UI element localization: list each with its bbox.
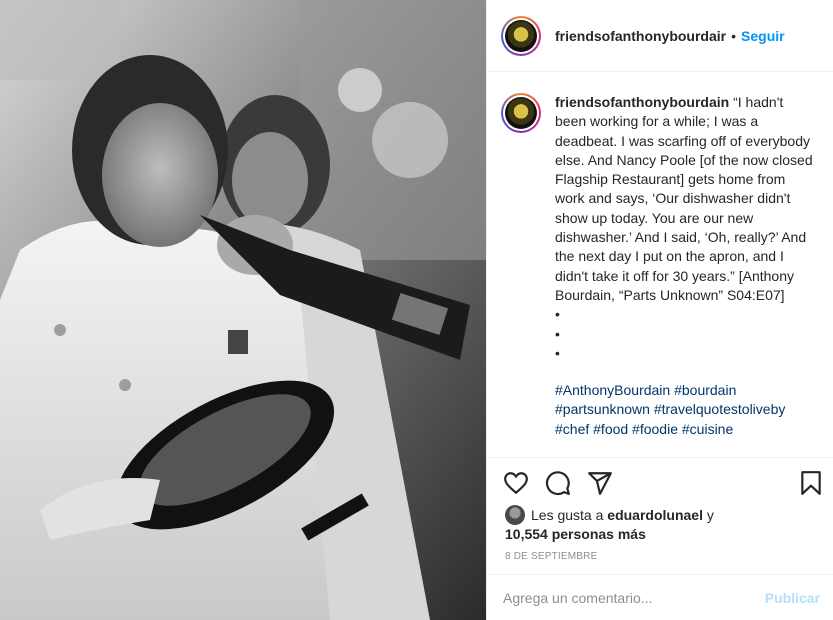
chef-photo	[0, 0, 486, 620]
bookmark-icon[interactable]	[798, 470, 824, 496]
caption-hashtags[interactable]: #AnthonyBourdain #bourdain #partsunknown…	[555, 381, 817, 439]
caption-avatar[interactable]	[501, 93, 541, 133]
likes-others[interactable]: 10,554 personas más	[505, 526, 646, 542]
post-image[interactable]	[0, 0, 486, 620]
publish-button[interactable]: Publicar	[765, 590, 820, 606]
caption: friendsofanthonybourdain “I hadn't been …	[555, 93, 817, 456]
likes-conjunction: y	[706, 507, 714, 523]
heart-icon[interactable]	[503, 470, 529, 496]
likes-summary: Les gusta a eduardolunael y 10,554 perso…	[505, 505, 825, 544]
follow-button[interactable]: Seguir	[741, 28, 785, 44]
header-separator: •	[731, 27, 737, 44]
caption-bullet: •	[555, 325, 560, 342]
post-date[interactable]: 8 de septiembre	[505, 551, 597, 562]
header-username[interactable]: friendsofanthonybourdair	[555, 28, 726, 44]
liker-username[interactable]: eduardolunael	[607, 507, 703, 523]
comment-icon[interactable]	[545, 470, 571, 496]
paper-plane-icon[interactable]	[587, 470, 613, 496]
profile-avatar[interactable]	[501, 15, 541, 56]
likes-prefix: Les gusta a	[531, 507, 604, 523]
action-bar	[487, 457, 833, 507]
caption-bullet: •	[555, 344, 560, 361]
caption-username[interactable]: friendsofanthonybourdain	[555, 94, 729, 110]
post-detail-panel: friendsofanthonybourdair • Seguir friend…	[486, 0, 833, 620]
comment-input[interactable]	[503, 589, 765, 606]
comments-area[interactable]: friendsofanthonybourdain “I hadn't been …	[487, 73, 833, 456]
comment-bar: Publicar	[487, 574, 833, 620]
post-header: friendsofanthonybourdair • Seguir	[487, 0, 833, 72]
caption-text: “I hadn't been working for a while; I wa…	[555, 94, 813, 303]
liker-avatar[interactable]	[505, 505, 525, 525]
caption-bullet: •	[555, 306, 560, 323]
